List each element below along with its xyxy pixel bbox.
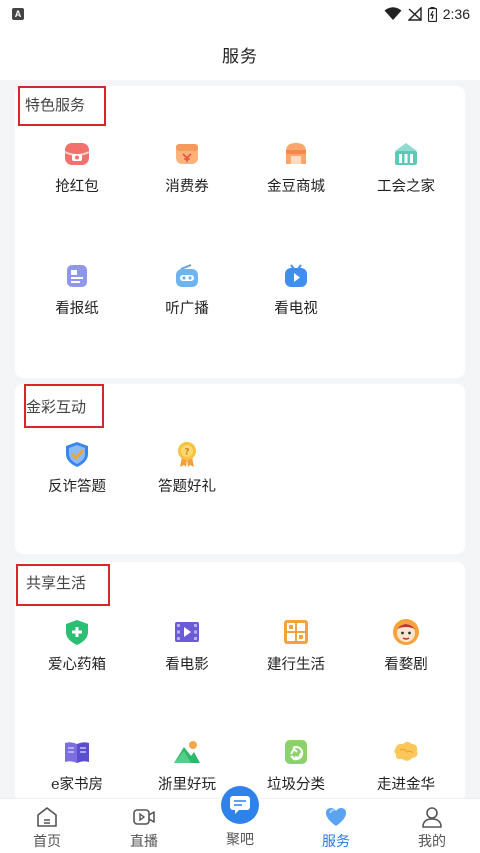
status-time: 2:36 xyxy=(442,6,470,22)
tv-icon xyxy=(285,264,307,287)
service-item-coupon[interactable]: 消费券 xyxy=(131,140,243,196)
shop-icon xyxy=(286,143,306,164)
shield-check-icon xyxy=(66,442,88,467)
notification-app-icon: A xyxy=(12,8,24,20)
film-icon xyxy=(175,622,199,642)
service-item-ccb-life[interactable]: 建行生活 xyxy=(240,618,352,674)
service-item-newspaper[interactable]: 看报纸 xyxy=(21,262,133,318)
nav-item-live[interactable]: 直播 xyxy=(104,805,184,851)
jinhua-map-icon xyxy=(394,742,418,761)
service-label: 看报纸 xyxy=(55,301,99,317)
service-label: 看婺剧 xyxy=(384,657,428,673)
battery-icon xyxy=(427,6,437,22)
section-title: 特色服务 xyxy=(25,96,86,114)
section-card-featured-services: 特色服务 抢红包 消费券 金豆商城 工会之家 看报纸 听广播 看电视 xyxy=(15,86,465,378)
service-item-quiz-gift[interactable]: ? 答题好礼 xyxy=(131,440,243,496)
service-label: 消费券 xyxy=(165,179,209,195)
nav-item-home[interactable]: 首页 xyxy=(7,805,87,851)
service-label: 工会之家 xyxy=(377,179,435,195)
service-label: 建行生活 xyxy=(267,657,325,673)
book-icon xyxy=(65,742,89,763)
service-item-wu-opera[interactable]: 看婺剧 xyxy=(350,618,462,674)
service-label: 浙里好玩 xyxy=(158,777,216,793)
nav-label: 首页 xyxy=(33,834,61,850)
section-title: 金彩互动 xyxy=(26,398,87,416)
nav-label: 服务 xyxy=(322,834,350,850)
nav-item-community-button[interactable] xyxy=(221,786,259,824)
opera-mask-icon xyxy=(393,619,419,645)
nav-item-mine[interactable]: 我的 xyxy=(392,805,472,851)
chat-bubble-icon xyxy=(230,796,250,814)
mountain-icon xyxy=(174,741,200,763)
heart-icon xyxy=(326,808,346,826)
nav-item-services[interactable]: 服务 xyxy=(296,805,376,851)
service-label: 垃圾分类 xyxy=(267,777,325,793)
service-label: 反诈答题 xyxy=(48,479,106,495)
section-card-shared-life: 共享生活 爱心药箱 看电影 建行生活 看婺剧 e家书房 浙里好玩 垃圾分类 走进… xyxy=(15,562,465,802)
no-signal-icon xyxy=(407,7,422,21)
service-label: 看电影 xyxy=(165,657,209,673)
home-icon xyxy=(37,807,57,827)
service-item-zheli-fun[interactable]: 浙里好玩 xyxy=(131,738,243,794)
page-header: 服务 xyxy=(0,28,480,80)
status-bar: A 2:36 xyxy=(0,0,480,28)
service-item-anti-fraud-quiz[interactable]: 反诈答题 xyxy=(21,440,133,496)
section-title: 共享生活 xyxy=(26,574,87,592)
service-item-movies[interactable]: 看电影 xyxy=(131,618,243,674)
service-item-red-packet[interactable]: 抢红包 xyxy=(21,140,133,196)
service-item-radio[interactable]: 听广播 xyxy=(131,262,243,318)
video-camera-icon xyxy=(133,809,155,825)
service-label: 看电视 xyxy=(274,301,318,317)
section-card-interactive: 金彩互动 反诈答题 ? 答题好礼 xyxy=(15,384,465,554)
service-item-jindou-mall[interactable]: 金豆商城 xyxy=(240,140,352,196)
service-item-union-home[interactable]: 工会之家 xyxy=(350,140,462,196)
award-medal-icon: ? xyxy=(178,442,196,467)
union-building-icon xyxy=(395,143,417,165)
radio-icon xyxy=(176,264,198,287)
service-label: 走进金华 xyxy=(377,777,435,793)
wifi-icon xyxy=(384,7,402,20)
service-item-tv[interactable]: 看电视 xyxy=(240,262,352,318)
service-label: 抢红包 xyxy=(55,179,99,195)
service-item-medicine-box[interactable]: 爱心药箱 xyxy=(21,618,133,674)
recycle-icon xyxy=(285,740,307,764)
nav-label: 我的 xyxy=(418,834,446,850)
service-label: 金豆商城 xyxy=(267,179,325,195)
page-title: 服务 xyxy=(222,46,258,67)
service-item-e-home-study[interactable]: e家书房 xyxy=(21,738,133,794)
coupon-icon xyxy=(176,144,198,164)
ccb-life-icon xyxy=(284,620,308,644)
nav-label: 直播 xyxy=(130,834,158,850)
service-label: e家书房 xyxy=(50,777,104,793)
service-item-visit-jinhua[interactable]: 走进金华 xyxy=(350,738,462,794)
service-label: 听广播 xyxy=(165,301,209,317)
service-item-garbage-sorting[interactable]: 垃圾分类 xyxy=(240,738,352,794)
newspaper-icon xyxy=(67,265,87,287)
user-icon xyxy=(422,807,442,828)
service-label: 爱心药箱 xyxy=(48,657,106,673)
service-label: 答题好礼 xyxy=(158,479,216,495)
medicine-shield-icon xyxy=(66,620,88,645)
red-packet-icon xyxy=(64,143,90,165)
svg-text:?: ? xyxy=(184,448,189,458)
nav-label-community[interactable]: 聚吧 xyxy=(200,829,280,849)
